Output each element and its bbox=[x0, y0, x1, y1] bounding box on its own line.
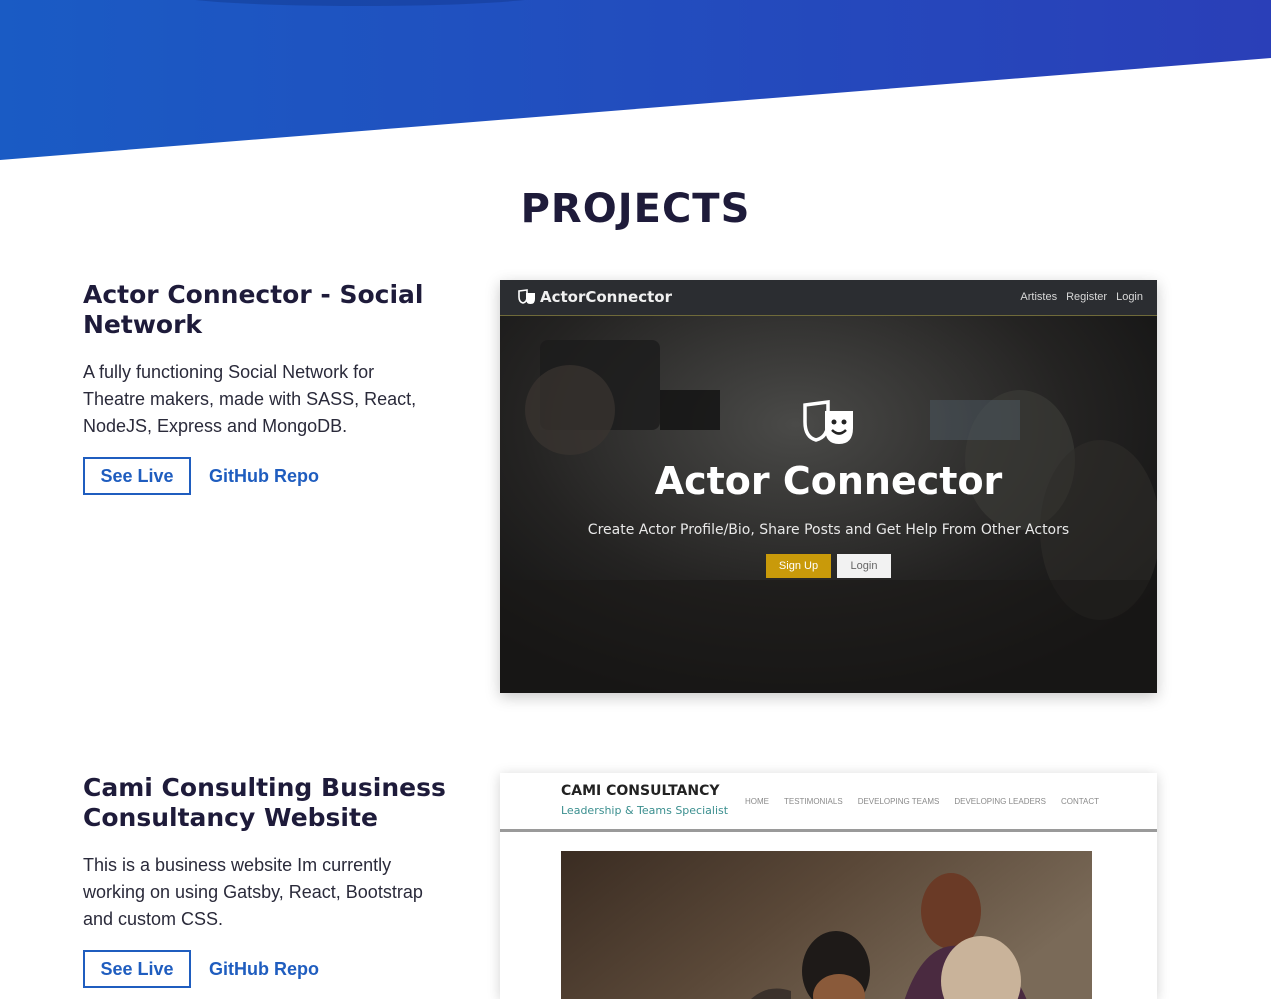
preview-header: CAMI CONSULTANCY Leadership & Teams Spec… bbox=[500, 773, 1157, 832]
preview-nav-register: Register bbox=[1066, 291, 1108, 303]
github-repo-link[interactable]: GitHub Repo bbox=[209, 959, 319, 980]
preview-nav-developing-leaders: DEVELOPING LEADERS bbox=[954, 797, 1046, 806]
github-repo-link[interactable]: GitHub Repo bbox=[209, 466, 319, 487]
preview-nav-links: HOME TESTIMONIALS DEVELOPING TEAMS DEVEL… bbox=[745, 797, 1099, 806]
preview-nav-links: Artistes Register Login bbox=[1020, 291, 1143, 303]
theatre-masks-icon bbox=[518, 289, 535, 304]
project-actions: See Live GitHub Repo bbox=[83, 457, 453, 495]
project-card-actor-connector: Actor Connector - Social Network A fully… bbox=[83, 280, 453, 495]
preview-login-button: Login bbox=[837, 554, 891, 578]
preview-signup-button: Sign Up bbox=[766, 554, 831, 578]
project-description: This is a business website Im currently … bbox=[83, 855, 423, 929]
preview-nav-artistes: Artistes bbox=[1020, 291, 1058, 303]
preview-brand: ActorConnector bbox=[518, 288, 672, 306]
section-title: PROJECTS bbox=[520, 186, 751, 232]
preview-nav-contact: CONTACT bbox=[1060, 797, 1100, 806]
preview-nav-home: HOME bbox=[745, 797, 769, 806]
preview-nav-testimonials: TESTIMONIALS bbox=[784, 797, 843, 806]
see-live-button[interactable]: See Live bbox=[83, 457, 191, 495]
preview-nav-developing-teams: DEVELOPING TEAMS bbox=[857, 797, 940, 806]
preview-navbar: ActorConnector Artistes Register Login bbox=[500, 280, 1157, 316]
actor-connector-preview[interactable]: ActorConnector Artistes Register Login A… bbox=[500, 280, 1157, 693]
project-actions: See Live GitHub Repo bbox=[83, 950, 453, 988]
preview-title: Actor Connector bbox=[654, 459, 1003, 503]
cami-consultancy-preview[interactable]: CAMI CONSULTANCY Leadership & Teams Spec… bbox=[500, 773, 1157, 999]
preview-hero-photo bbox=[561, 851, 1092, 999]
project-card-cami-consulting: Cami Consulting Business Consultancy Web… bbox=[83, 773, 453, 988]
preview-buttons: Sign Up Login bbox=[500, 554, 1157, 578]
see-live-button[interactable]: See Live bbox=[83, 950, 191, 988]
project-title: Actor Connector - Social Network bbox=[83, 280, 424, 339]
preview-nav-login: Login bbox=[1116, 291, 1143, 303]
project-title: Cami Consulting Business Consultancy Web… bbox=[83, 773, 446, 832]
hero-banner bbox=[0, 0, 1271, 160]
preview-subtitle: Leadership & Teams Specialist bbox=[561, 804, 729, 817]
preview-hero: Actor Connector Create Actor Profile/Bio… bbox=[500, 400, 1157, 578]
project-description: A fully functioning Social Network for T… bbox=[83, 362, 417, 436]
theatre-masks-icon bbox=[802, 400, 853, 444]
preview-brand: CAMI CONSULTANCY bbox=[561, 783, 720, 799]
preview-tagline: Create Actor Profile/Bio, Share Posts an… bbox=[587, 522, 1070, 538]
